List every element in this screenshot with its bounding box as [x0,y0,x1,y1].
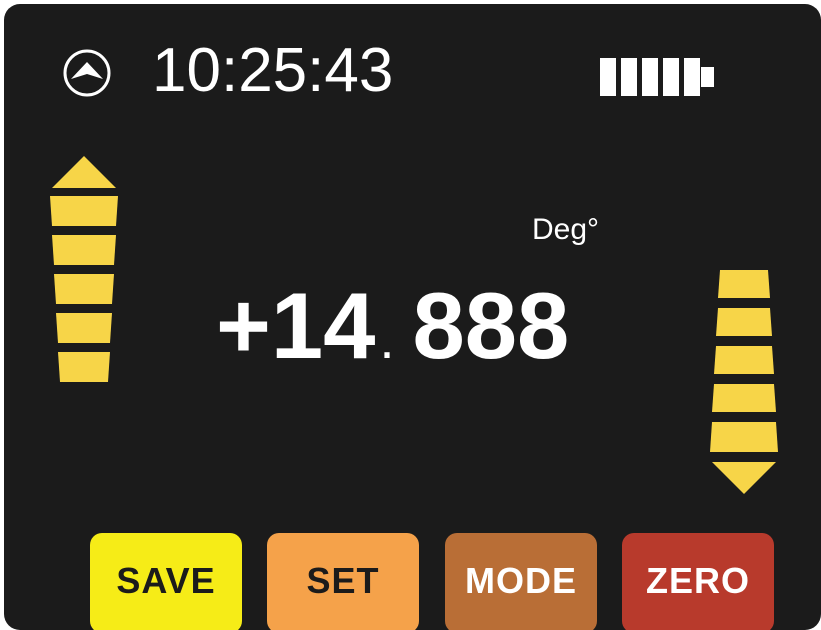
save-button[interactable]: SAVE [90,533,242,630]
reading-integer: +14 [216,273,376,378]
reading-decimal-point: . [379,310,395,370]
mode-button[interactable]: MODE [445,533,597,630]
zero-button[interactable]: ZERO [622,533,774,630]
indicator-segment [712,384,776,412]
set-button[interactable]: SET [267,533,419,630]
up-arrow-icon [52,156,116,188]
clock-time: 10:25:43 [152,36,394,105]
battery-icon [600,58,714,96]
down-arrow-icon [712,462,776,494]
indicator-segment [710,422,778,452]
navigation-arrow-icon [63,49,111,97]
indicator-segment [718,270,770,298]
tilt-down-indicator [710,270,778,494]
indicator-segment [714,346,774,374]
indicator-segment [58,352,110,382]
indicator-segment [54,274,114,304]
indicator-segment [50,196,118,226]
tilt-up-indicator [50,156,118,382]
reading-fraction: 888 [412,273,570,378]
unit-label: Deg° [532,213,600,246]
indicator-segment [56,313,112,343]
indicator-segment [716,308,772,336]
indicator-segment [52,235,116,265]
device-screen: 10:25:43 Deg° +14 . 888 SAVE SET MODE ZE [4,4,821,630]
angle-reading: +14 . 888 [216,276,569,376]
